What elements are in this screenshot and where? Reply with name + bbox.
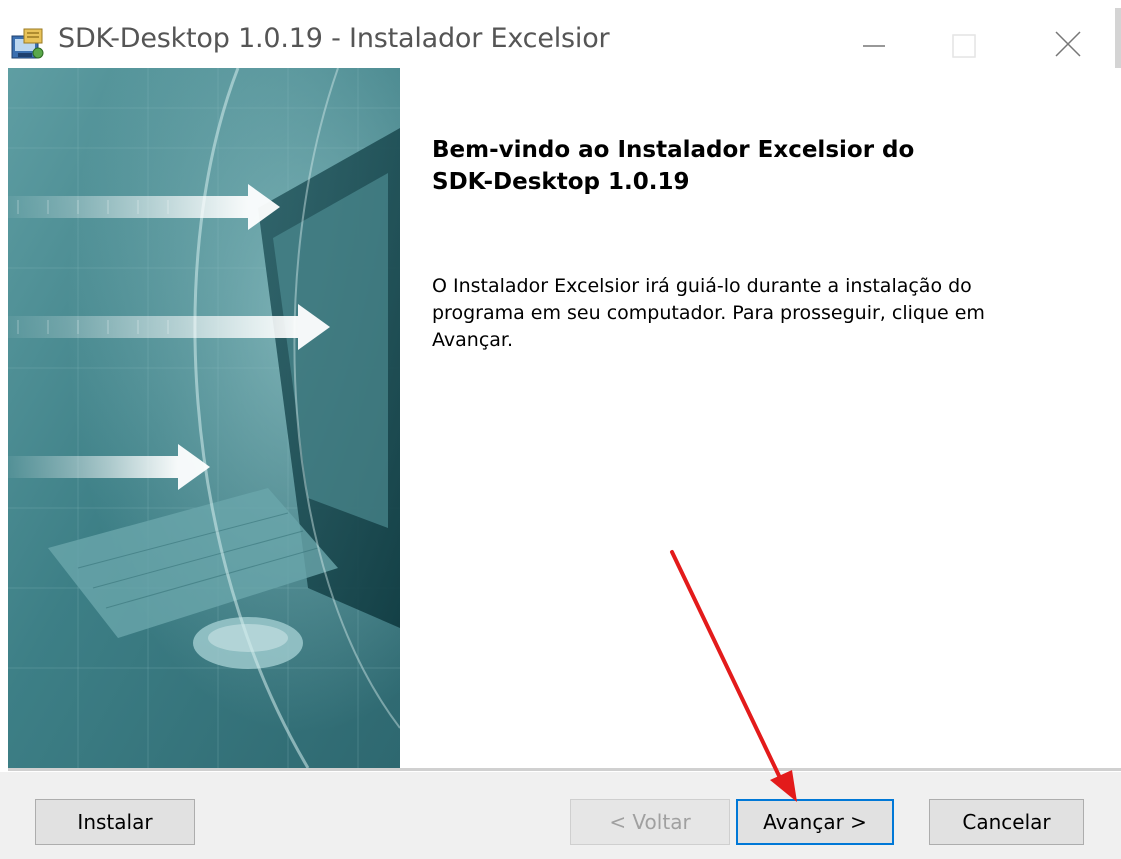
- title-bar[interactable]: SDK-Desktop 1.0.19 - Instalador Excelsio…: [0, 8, 1121, 78]
- welcome-description-line: programa em seu computador. Para prosseg…: [432, 302, 985, 324]
- welcome-description-line: Avançar.: [432, 329, 514, 351]
- back-button[interactable]: < Voltar: [570, 799, 730, 845]
- minimize-icon: [863, 45, 885, 47]
- close-button[interactable]: [1038, 20, 1098, 68]
- install-button[interactable]: Instalar: [35, 799, 195, 845]
- cancel-button[interactable]: Cancelar: [929, 799, 1084, 845]
- welcome-page: Bem-vindo ao Instalador Excelsior do SDK…: [400, 68, 1121, 768]
- maximize-button[interactable]: [935, 20, 995, 68]
- button-bar: Instalar < Voltar Avançar > Cancelar: [0, 772, 1121, 859]
- installer-side-banner: [8, 68, 400, 768]
- welcome-description-line: O Instalador Excelsior irá guiá-lo duran…: [432, 275, 972, 297]
- next-button[interactable]: Avançar >: [736, 799, 894, 845]
- window-title: SDK-Desktop 1.0.19 - Instalador Excelsio…: [58, 23, 610, 54]
- welcome-heading-line: SDK-Desktop 1.0.19: [432, 169, 690, 195]
- welcome-heading: Bem-vindo ao Instalador Excelsior do SDK…: [432, 134, 1032, 198]
- maximize-icon: [952, 34, 976, 58]
- installer-icon: [10, 26, 46, 62]
- welcome-description: O Instalador Excelsior irá guiá-lo duran…: [432, 273, 1072, 354]
- minimize-button[interactable]: [845, 20, 905, 68]
- close-icon: [1055, 31, 1081, 57]
- installer-window: SDK-Desktop 1.0.19 - Instalador Excelsio…: [0, 0, 1121, 859]
- welcome-heading-line: Bem-vindo ao Instalador Excelsior do: [432, 137, 915, 163]
